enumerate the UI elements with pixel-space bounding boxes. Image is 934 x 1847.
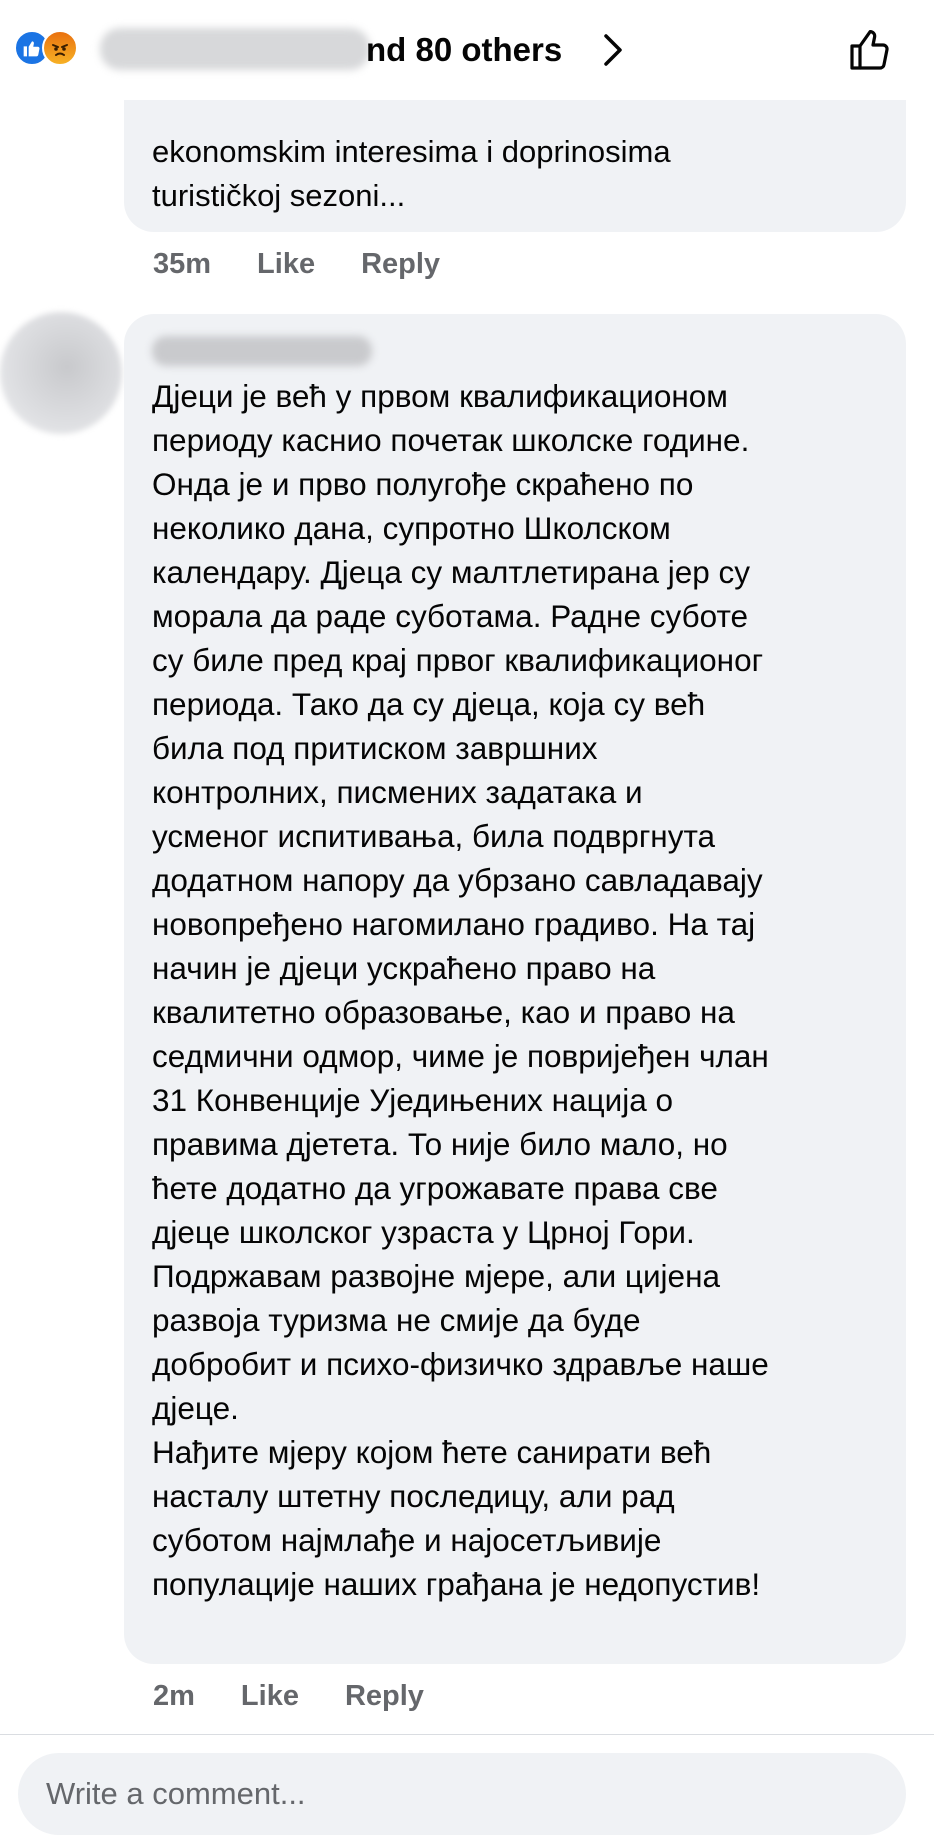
comment-input-placeholder: Write a comment... [46, 1776, 306, 1811]
comment-actions: 35m Like Reply [153, 248, 440, 281]
divider [0, 1734, 934, 1735]
like-outline-icon[interactable] [846, 24, 896, 74]
reactions-bar[interactable]: nd 80 others [0, 0, 934, 100]
comment-bubble: Дјеци је већ у првом квалификационом пер… [124, 314, 906, 1664]
comment-text: ekonomskim interesima i doprinosima turi… [152, 134, 671, 213]
comment-input[interactable]: Write a comment... [18, 1753, 906, 1835]
reply-button[interactable]: Reply [345, 1680, 424, 1713]
chevron-right-icon[interactable] [598, 30, 628, 70]
avatar[interactable] [0, 312, 122, 434]
comment-text: Дјеци је већ у првом квалификационом пер… [152, 378, 769, 1602]
blurred-author-name[interactable] [152, 336, 372, 366]
reactions-summary[interactable]: nd 80 others [366, 30, 562, 70]
comment-time[interactable]: 35m [153, 248, 211, 281]
reaction-icons [14, 30, 94, 68]
like-button[interactable]: Like [241, 1680, 299, 1713]
comment-actions: 2m Like Reply [153, 1680, 424, 1713]
comment-time[interactable]: 2m [153, 1680, 195, 1713]
blurred-reactor-names [100, 28, 370, 70]
reply-button[interactable]: Reply [361, 248, 440, 281]
angry-reaction-icon [42, 30, 78, 66]
like-button[interactable]: Like [257, 248, 315, 281]
